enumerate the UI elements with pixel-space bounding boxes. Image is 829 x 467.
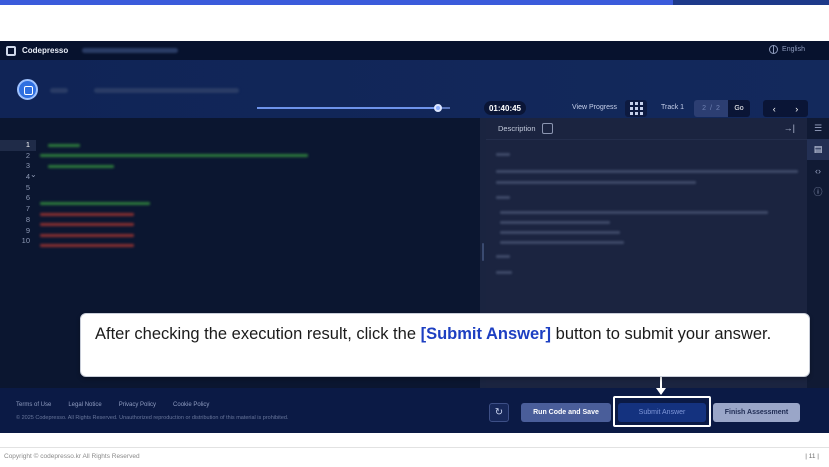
line-number: 10	[21, 236, 30, 246]
redacted-description-line	[496, 196, 510, 199]
callout-highlight: [Submit Answer]	[420, 325, 552, 343]
description-tab[interactable]: Description	[498, 124, 536, 133]
code-line	[40, 223, 134, 226]
brand-name[interactable]: Codepresso	[22, 46, 68, 55]
code-line	[40, 234, 134, 237]
redacted-description-line	[496, 255, 510, 258]
finish-assessment-button[interactable]: Finish Assessment	[713, 403, 800, 422]
instruction-callout: After checking the execution result, cli…	[80, 313, 810, 377]
code-line	[40, 154, 308, 157]
codepresso-logo-icon[interactable]	[6, 45, 16, 56]
app-copyright: © 2025 Codepresso. All Rights Reserved. …	[16, 415, 289, 421]
reset-code-button[interactable]: ↻	[489, 403, 509, 422]
footer-link-legal-notice[interactable]: Legal Notice	[68, 402, 101, 408]
line-number: 2	[25, 150, 30, 160]
go-button[interactable]: Go	[728, 100, 750, 117]
redacted-description-line	[496, 271, 512, 274]
redacted-problem-title	[94, 88, 239, 93]
callout-text-after: button to submit your answer.	[551, 325, 772, 343]
slide-header-band	[0, 5, 829, 41]
checklist-icon[interactable]: ☰	[807, 118, 829, 139]
collapse-panel-icon[interactable]: →|	[784, 123, 795, 133]
language-selector[interactable]: English	[769, 45, 805, 54]
assessment-icon	[17, 79, 38, 100]
code-line	[48, 165, 114, 168]
view-progress-label: View Progress	[572, 104, 618, 111]
top-nav: Codepresso English	[0, 41, 829, 60]
fold-chevron-icon[interactable]: ⌄	[30, 170, 37, 179]
redacted-description-line	[496, 181, 696, 184]
line-number: 5	[25, 182, 30, 192]
slide-page-number: | 11 |	[805, 453, 819, 460]
redacted-description-line	[500, 241, 624, 244]
redacted-nav-title	[82, 48, 179, 53]
page-number-input[interactable]: 2 / 2	[694, 100, 728, 117]
assessment-header: 01:40:45 View Progress Track 1 2 / 2 Go …	[0, 60, 829, 118]
page-total: 2	[715, 105, 720, 112]
callout-arrow-head	[656, 388, 666, 395]
info-icon[interactable]: ⓘ	[807, 181, 829, 202]
redacted-description-line	[500, 221, 610, 224]
line-number: 1	[0, 140, 36, 151]
popout-icon[interactable]	[541, 123, 553, 134]
page-current: 2	[702, 105, 707, 112]
line-number: 8	[25, 214, 30, 224]
callout-text-before: After checking the execution result, cli…	[95, 325, 421, 343]
redacted-label	[50, 88, 68, 93]
footer-link-cookie-policy[interactable]: Cookie Policy	[173, 402, 209, 408]
progress-bar	[257, 104, 450, 112]
code-icon[interactable]: ‹›	[807, 160, 829, 181]
footer-link-terms-of-use[interactable]: Terms of Use	[16, 402, 51, 408]
timer: 01:40:45	[484, 101, 526, 115]
prev-problem-button[interactable]: ‹	[763, 100, 786, 117]
progress-knob	[434, 104, 443, 112]
document-icon[interactable]: ▤	[807, 139, 829, 160]
submit-highlight-frame	[613, 396, 711, 427]
progress-fill	[257, 107, 439, 109]
slide-footer: Copyright © codepresso.kr All Rights Res…	[0, 447, 829, 467]
language-label: English	[782, 46, 805, 53]
line-number: 9	[25, 225, 30, 235]
code-line	[48, 144, 80, 147]
footer-links: Terms of Use Legal Notice Privacy Policy Co…	[16, 402, 209, 408]
line-number: 7	[25, 204, 30, 214]
problem-nav-buttons: ‹ ›	[763, 100, 808, 117]
redacted-description-line	[496, 153, 510, 156]
line-number: 6	[25, 193, 30, 203]
code-line	[40, 213, 134, 216]
line-number-gutter: 1 2 3 4 5 6 7 8 9 10	[0, 140, 36, 247]
refresh-icon: ↻	[494, 407, 504, 418]
redacted-description-line	[496, 170, 798, 173]
footer-link-privacy-policy[interactable]: Privacy Policy	[119, 402, 156, 408]
slide-copyright: Copyright © codepresso.kr All Rights Res…	[4, 453, 140, 460]
description-tab-bar: Description →|	[486, 118, 807, 140]
redacted-description-line	[500, 231, 620, 234]
redacted-description-line	[500, 211, 768, 214]
next-problem-button[interactable]: ›	[786, 100, 809, 117]
grid-view-button[interactable]	[625, 100, 647, 117]
page-separator: /	[710, 105, 712, 112]
code-line	[40, 244, 134, 247]
right-tool-rail: ☰ ▤ ‹› ⓘ	[807, 118, 829, 388]
code-line	[40, 202, 150, 205]
globe-icon	[769, 45, 779, 54]
run-code-button[interactable]: Run Code and Save	[521, 403, 611, 422]
track-label: Track 1	[661, 104, 685, 111]
